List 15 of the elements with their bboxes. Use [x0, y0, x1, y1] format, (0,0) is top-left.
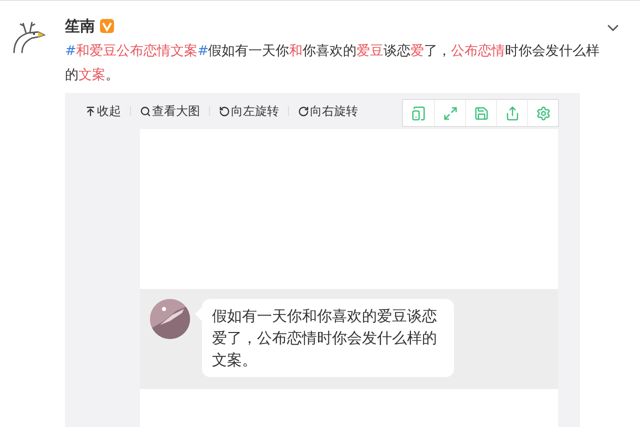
tablet-icon: [411, 106, 426, 120]
upload-arrow-icon: [85, 106, 96, 116]
search-icon: [140, 106, 151, 116]
toolbar-button[interactable]: 收起: [85, 102, 121, 120]
author-name[interactable]: 笙南: [65, 14, 95, 38]
share-icon: [504, 106, 520, 120]
toolbar-button[interactable]: 向右旋转: [298, 102, 358, 120]
post-text: #和爱豆公布恋情文案#假如有一天你和你喜欢的爱豆谈恋爱了，公布恋情时你会发什么样的文案。: [65, 42, 601, 85]
rotate-left-icon: [219, 106, 230, 116]
rotate-right-icon: [298, 106, 309, 116]
toolbar-button[interactable]: 向左旋转: [219, 102, 279, 120]
expand-arrows-icon: [442, 106, 458, 120]
chat-message-bubble: 假如有一天你和你喜欢的爱豆谈恋爱了，公布恋情时你会发什么样的文案。: [202, 299, 454, 377]
toolbar-button[interactable]: 查看大图: [140, 102, 200, 120]
settings-icon: [536, 106, 550, 120]
